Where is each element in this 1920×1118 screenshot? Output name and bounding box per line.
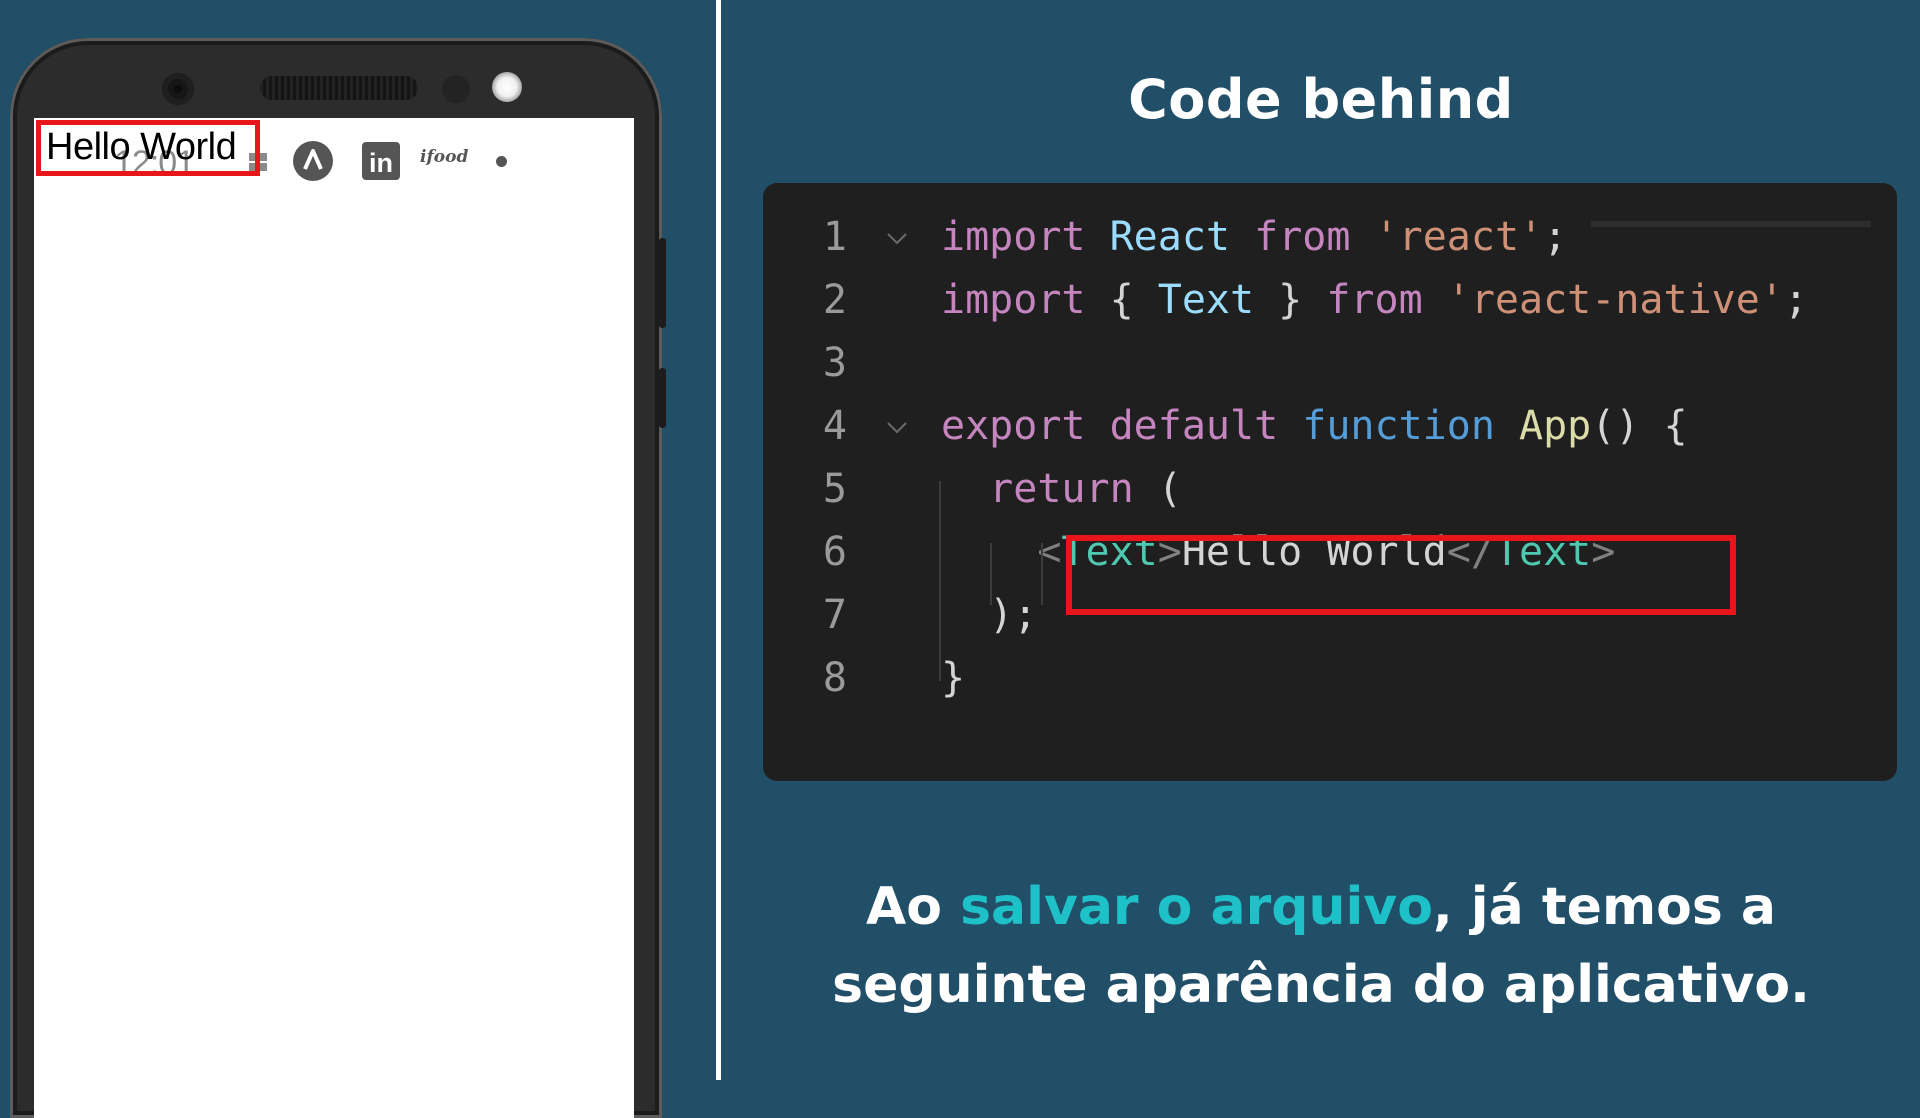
caption: Ao salvar o arquivo, já temos a seguinte… [722,868,1920,1024]
code-highlight-box [1066,535,1736,615]
code-line[interactable]: 8} [763,647,1897,710]
code-line[interactable]: 5 return ( [763,458,1897,521]
section-title: Code behind [1128,68,1514,131]
front-camera-icon [162,73,194,105]
phone-volume-button [659,238,666,328]
code-token: from [1254,214,1351,260]
phone-mockup: 12:01 in ifood Hello World [10,38,666,1118]
linkedin-icon: in [362,142,400,180]
code-text: return ( [941,458,1182,521]
line-number: 5 [822,466,847,512]
code-token: default [1109,403,1279,449]
code-line[interactable]: 3 [763,332,1897,395]
code-token: () { [1591,403,1688,449]
code-token: ; [1543,214,1568,260]
caption-text-line2: seguinte aparência do aplicativo. [832,955,1810,1015]
caption-text-mid: , já temos a [1432,877,1776,937]
line-number: 8 [822,655,847,701]
code-text: import { Text } from 'react-native'; [941,269,1808,332]
code-text: export default function App() { [941,395,1688,458]
line-number: 7 [822,592,847,638]
code-token: } [1254,277,1327,323]
vertical-divider [716,0,721,1080]
earpiece-speaker [260,76,418,100]
line-number: 6 [822,529,847,575]
linkedin-label: in [369,148,393,178]
code-token: ( [1133,466,1182,512]
caption-accent: salvar o arquivo [960,877,1433,937]
code-token: return [989,466,1134,512]
line-number: 4 [822,403,847,449]
angular-icon [293,141,333,181]
caption-text-start: Ao [866,877,961,937]
code-token: { [1085,277,1158,323]
code-token: 'react' [1374,214,1544,260]
code-text: import React from 'react'; [941,206,1567,269]
code-token: Text [1157,277,1255,323]
line-number: 2 [822,277,847,323]
code-line[interactable]: 2 import { Text } from 'react-native'; [763,269,1897,332]
code-token: from [1326,277,1423,323]
proximity-sensor [442,75,470,103]
indent-guide [990,543,992,605]
indent-guide [939,481,941,681]
fold-chevron-icon[interactable] [885,226,909,250]
front-flash-icon [492,72,522,102]
code-token: import [941,214,1086,260]
code-token: import [941,277,1086,323]
app-text-highlight-box [36,120,260,176]
dot-icon [496,156,507,167]
ifood-icon: ifood [420,147,469,167]
code-editor-panel: 1 import React from 'react'; 2 import { Tex… [763,183,1897,781]
code-token: 'react-native' [1446,277,1784,323]
indent-guide [1041,543,1043,605]
code-line[interactable]: 1 import React from 'react'; [763,206,1897,269]
line-number: 1 [822,214,847,260]
code-line[interactable]: 4 export default function App() { [763,395,1897,458]
code-token: function [1302,403,1495,449]
line-number: 3 [822,340,847,386]
phone-power-button [659,368,666,428]
code-text: } [941,647,965,710]
code-token: export [941,403,1086,449]
phone-screen: 12:01 in ifood Hello World [34,118,634,1118]
code-token: } [941,655,966,701]
fold-chevron-icon[interactable] [885,415,909,439]
code-token: React [1109,214,1231,260]
code-token: ; [1783,277,1808,323]
code-token: App [1519,403,1592,449]
